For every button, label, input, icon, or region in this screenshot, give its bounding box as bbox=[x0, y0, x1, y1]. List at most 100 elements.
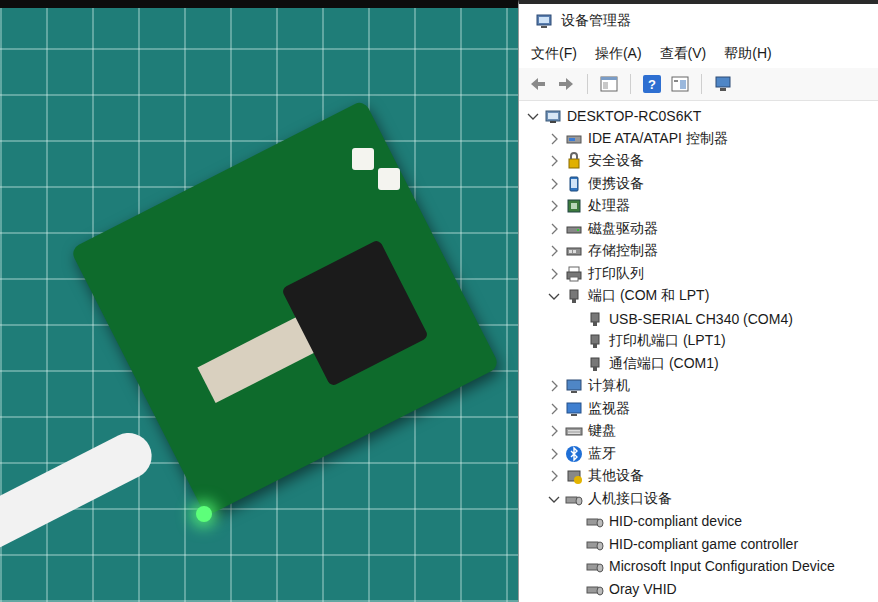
expand-toggle[interactable] bbox=[546, 266, 562, 282]
chevron-right-icon bbox=[546, 153, 562, 169]
chevron-right-icon bbox=[546, 468, 562, 484]
help-icon: ? bbox=[643, 75, 661, 93]
hid-icon bbox=[586, 580, 604, 598]
tree-item[interactable]: HID-compliant device bbox=[525, 510, 878, 533]
expand-toggle[interactable] bbox=[546, 401, 562, 417]
expand-toggle[interactable] bbox=[546, 153, 562, 169]
tree-item[interactable]: 磁盘驱动器 bbox=[525, 218, 878, 241]
tree-item-label: 其他设备 bbox=[588, 467, 644, 485]
tree-item[interactable]: DESKTOP-RC0S6KT bbox=[525, 105, 878, 128]
title-bar: 设备管理器 bbox=[519, 4, 878, 40]
tree-item[interactable]: IDE ATA/ATAPI 控制器 bbox=[525, 128, 878, 151]
scan-hardware-icon bbox=[713, 74, 733, 94]
toolbar: ? bbox=[519, 68, 878, 101]
expand-toggle[interactable] bbox=[546, 243, 562, 259]
expand-toggle[interactable] bbox=[546, 378, 562, 394]
device-tree: DESKTOP-RC0S6KT IDE ATA/ATAPI 控制器安全设备便携设备… bbox=[519, 101, 878, 602]
tree-item-label: 人机接口设备 bbox=[588, 490, 672, 508]
expand-toggle[interactable] bbox=[546, 198, 562, 214]
tree-item-label: 键盘 bbox=[588, 422, 616, 440]
back-button[interactable] bbox=[527, 73, 549, 95]
properties-button[interactable] bbox=[598, 73, 620, 95]
tree-item-label: 监视器 bbox=[588, 400, 630, 418]
tree-item-label: 便携设备 bbox=[588, 175, 644, 193]
tree-item[interactable]: 计算机 bbox=[525, 375, 878, 398]
expand-toggle[interactable] bbox=[546, 176, 562, 192]
tree-item[interactable]: 键盘 bbox=[525, 420, 878, 443]
chevron-right-icon bbox=[546, 243, 562, 259]
tree-item[interactable]: 存储控制器 bbox=[525, 240, 878, 263]
forward-button[interactable] bbox=[555, 73, 577, 95]
hid-icon bbox=[565, 490, 583, 508]
tree-item[interactable]: 通信端口 (COM1) bbox=[525, 353, 878, 376]
expand-toggle[interactable] bbox=[546, 221, 562, 237]
tree-item-label: 存储控制器 bbox=[588, 242, 658, 260]
expand-toggle[interactable] bbox=[525, 108, 541, 124]
device-manager-icon bbox=[535, 12, 553, 30]
tree-item[interactable]: 蓝牙 bbox=[525, 443, 878, 466]
tree-item-label: 打印机端口 (LPT1) bbox=[609, 332, 726, 350]
computer-icon bbox=[544, 107, 562, 125]
tree-item[interactable]: 打印队列 bbox=[525, 263, 878, 286]
expand-toggle[interactable] bbox=[546, 491, 562, 507]
tree-item[interactable]: 便携设备 bbox=[525, 173, 878, 196]
processor-icon bbox=[565, 197, 583, 215]
hid-icon bbox=[586, 512, 604, 530]
tree-item-label: Oray VHID bbox=[609, 581, 677, 597]
port-icon bbox=[586, 310, 604, 328]
tree-item[interactable]: 其他设备 bbox=[525, 465, 878, 488]
tree-item[interactable]: Microsoft Input Configuration Device bbox=[525, 555, 878, 578]
view-button[interactable] bbox=[669, 73, 691, 95]
menu-item[interactable]: 帮助(H) bbox=[722, 44, 773, 64]
tree-item-label: HID-compliant game controller bbox=[609, 536, 798, 552]
tree-item[interactable]: USB-SERIAL CH340 (COM4) bbox=[525, 308, 878, 331]
port-icon bbox=[586, 332, 604, 350]
properties-icon bbox=[599, 74, 619, 94]
tree-item[interactable]: 处理器 bbox=[525, 195, 878, 218]
toolbar-separator bbox=[630, 74, 631, 94]
expand-toggle[interactable] bbox=[546, 131, 562, 147]
port-icon bbox=[565, 287, 583, 305]
tree-item-label: Microsoft Input Configuration Device bbox=[609, 558, 835, 574]
forward-icon bbox=[556, 74, 576, 94]
menu-item[interactable]: 文件(F) bbox=[529, 44, 579, 64]
port-icon bbox=[586, 355, 604, 373]
view-icon bbox=[670, 74, 690, 94]
tree-item[interactable]: 安全设备 bbox=[525, 150, 878, 173]
scan-hardware-button[interactable] bbox=[712, 73, 734, 95]
tree-item-label: 计算机 bbox=[588, 377, 630, 395]
tree-item[interactable]: HID-compliant game controller bbox=[525, 533, 878, 556]
toolbar-separator bbox=[701, 74, 702, 94]
expand-toggle[interactable] bbox=[546, 288, 562, 304]
chevron-right-icon bbox=[546, 423, 562, 439]
hid-icon bbox=[586, 535, 604, 553]
tree-item-label: USB-SERIAL CH340 (COM4) bbox=[609, 311, 793, 327]
chevron-right-icon bbox=[546, 198, 562, 214]
window-title: 设备管理器 bbox=[561, 12, 631, 30]
tree-item-label: IDE ATA/ATAPI 控制器 bbox=[588, 130, 728, 148]
expand-toggle[interactable] bbox=[546, 423, 562, 439]
tree-item[interactable]: 人机接口设备 bbox=[525, 488, 878, 511]
device-manager-window: 设备管理器文件(F) 操作(A) 查看(V) 帮助(H)? DESKTOP-RC0S6K… bbox=[518, 0, 878, 602]
chevron-right-icon bbox=[546, 378, 562, 394]
expand-toggle[interactable] bbox=[546, 446, 562, 462]
tree-item[interactable]: Oray VHID bbox=[525, 578, 878, 601]
help-button[interactable]: ? bbox=[641, 73, 663, 95]
computer-icon bbox=[565, 377, 583, 395]
security-icon bbox=[565, 152, 583, 170]
expand-toggle[interactable] bbox=[546, 468, 562, 484]
chevron-right-icon bbox=[546, 401, 562, 417]
keyboard-icon bbox=[565, 422, 583, 440]
menu-bar: 文件(F) 操作(A) 查看(V) 帮助(H) bbox=[519, 40, 878, 68]
controller-icon bbox=[565, 130, 583, 148]
tree-item[interactable]: 端口 (COM 和 LPT) bbox=[525, 285, 878, 308]
chevron-right-icon bbox=[546, 266, 562, 282]
tree-item[interactable]: 打印机端口 (LPT1) bbox=[525, 330, 878, 353]
menu-item[interactable]: 操作(A) bbox=[593, 44, 644, 64]
chevron-right-icon bbox=[546, 446, 562, 462]
back-icon bbox=[528, 74, 548, 94]
other-devices-icon bbox=[565, 467, 583, 485]
menu-item[interactable]: 查看(V) bbox=[658, 44, 709, 64]
tree-item-label: DESKTOP-RC0S6KT bbox=[567, 108, 701, 124]
tree-item[interactable]: 监视器 bbox=[525, 398, 878, 421]
